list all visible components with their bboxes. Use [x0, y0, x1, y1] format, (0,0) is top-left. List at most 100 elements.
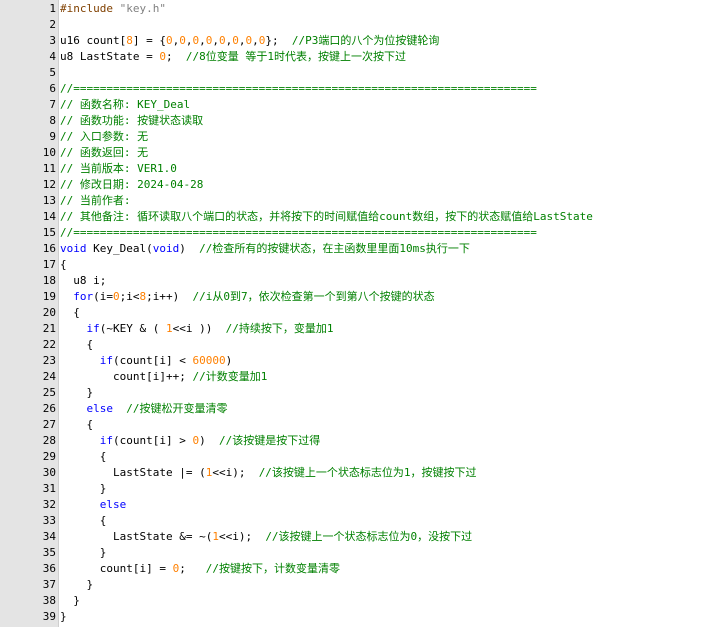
line-number: 1 — [49, 2, 56, 15]
code-line[interactable]: 13 // 当前作者: — [0, 193, 720, 209]
code-line[interactable]: 22 { — [0, 337, 720, 353]
line-number: 21 — [42, 322, 56, 335]
line-number: 27 — [42, 418, 56, 431]
line-text[interactable]: u16 count[8] = {0,0,0,0,0,0,0,0}; //P3端口… — [60, 33, 439, 49]
code-line[interactable]: 35 } — [0, 545, 720, 561]
code-line[interactable]: 28 if(count[i] > 0) //该按键是按下过得 — [0, 433, 720, 449]
code-line[interactable]: 39} — [0, 609, 720, 625]
code-line[interactable]: 16 void Key_Deal(void) //检查所有的按键状态，在主函数里里… — [0, 241, 720, 257]
code-line[interactable]: 6 //=====================================… — [0, 81, 720, 97]
line-text[interactable]: for(i=0;i<8;i++) //i从0到7，依次检查第一个到第八个按键的状… — [60, 289, 434, 305]
line-text[interactable]: //======================================… — [60, 81, 537, 97]
line-number: 39 — [42, 610, 56, 623]
line-text[interactable]: else — [60, 497, 127, 513]
line-text[interactable]: LastState &= ~(1<<i); //该按键上一个状态标志位为0，没按… — [60, 529, 472, 545]
code-line[interactable]: 14 // 其他备注: 循环读取八个端口的状态，并将按下的时间赋值给count数组… — [0, 209, 720, 225]
code-line[interactable]: 12 // 修改日期: 2024-04-28 — [0, 177, 720, 193]
code-line[interactable]: 34 LastState &= ~(1<<i); //该按键上一个状态标志位为0… — [0, 529, 720, 545]
code-line[interactable]: 2 — [0, 17, 720, 33]
line-number: 13 — [42, 194, 56, 207]
code-line[interactable]: 33 { — [0, 513, 720, 529]
line-text[interactable]: LastState |= (1<<i); //该按键上一个状态标志位为1，按键按… — [60, 465, 477, 481]
code-line[interactable]: 18 u8 i; — [0, 273, 720, 289]
line-text[interactable]: // 修改日期: 2024-04-28 — [60, 177, 203, 193]
line-text[interactable]: { — [60, 305, 80, 321]
line-number: 16 — [42, 242, 56, 255]
line-text[interactable]: // 函数功能: 按键状态读取 — [60, 113, 203, 129]
line-text[interactable]: // 当前作者: — [60, 193, 131, 209]
line-text[interactable]: // 入口参数: 无 — [60, 129, 148, 145]
code-line[interactable]: 17 { — [0, 257, 720, 273]
line-text[interactable]: if(~KEY & ( 1<<i )) //持续按下，变量加1 — [60, 321, 334, 337]
line-text[interactable]: // 其他备注: 循环读取八个端口的状态，并将按下的时间赋值给count数组，按… — [60, 209, 593, 225]
line-text[interactable]: void Key_Deal(void) //检查所有的按键状态，在主函数里里面1… — [60, 241, 470, 257]
line-text[interactable]: u8 LastState = 0; //8位变量 等于1时代表，按键上一次按下过 — [60, 49, 406, 65]
line-number: 30 — [42, 466, 56, 479]
code-line[interactable]: 26 else //按键松开变量清零 — [0, 401, 720, 417]
code-line[interactable]: 8 // 函数功能: 按键状态读取 — [0, 113, 720, 129]
line-text[interactable]: u8 i; — [60, 273, 106, 289]
code-line[interactable]: 25 } — [0, 385, 720, 401]
code-line[interactable]: 4 u8 LastState = 0; //8位变量 等于1时代表，按键上一次按下… — [0, 49, 720, 65]
code-line[interactable]: 32 else — [0, 497, 720, 513]
line-number: 10 — [42, 146, 56, 159]
code-line[interactable]: 10 // 函数返回: 无 — [0, 145, 720, 161]
code-line[interactable]: 24 count[i]++; //计数变量加1 — [0, 369, 720, 385]
code-line[interactable]: 23 if(count[i] < 60000) — [0, 353, 720, 369]
line-text[interactable]: // 当前版本: VER1.0 — [60, 161, 177, 177]
code-line[interactable]: 38 } — [0, 593, 720, 609]
line-text[interactable]: { — [60, 417, 93, 433]
line-number: 35 — [42, 546, 56, 559]
line-text[interactable]: // 函数返回: 无 — [60, 145, 148, 161]
line-number: 20 — [42, 306, 56, 319]
code-line[interactable]: 5 — [0, 65, 720, 81]
line-number: 6 — [49, 82, 56, 95]
line-text[interactable]: count[i] = 0; //按键按下，计数变量清零 — [60, 561, 340, 577]
line-text[interactable]: if(count[i] > 0) //该按键是按下过得 — [60, 433, 320, 449]
code-editor[interactable]: 1 #include "key.h" 2 3 u16 count[8] = {0,0,0… — [0, 0, 720, 627]
line-text[interactable]: if(count[i] < 60000) — [60, 353, 232, 369]
line-text[interactable]: } — [60, 385, 93, 401]
line-number: 19 — [42, 290, 56, 303]
code-line[interactable]: 11 // 当前版本: VER1.0 — [0, 161, 720, 177]
code-line[interactable]: 9 // 入口参数: 无 — [0, 129, 720, 145]
line-text[interactable]: { — [60, 449, 107, 465]
code-line[interactable]: 19 for(i=0;i<8;i++) //i从0到7，依次检查第一个到第八个按… — [0, 289, 720, 305]
code-line[interactable]: 15 //====================================… — [0, 225, 720, 241]
line-text[interactable]: //======================================… — [60, 225, 537, 241]
code-line[interactable]: 7 // 函数名称: KEY_Deal — [0, 97, 720, 113]
line-text[interactable]: } — [60, 481, 107, 497]
code-line[interactable]: 36 count[i] = 0; //按键按下，计数变量清零 — [0, 561, 720, 577]
code-line[interactable]: 1 #include "key.h" — [0, 1, 720, 17]
line-text[interactable]: } — [60, 577, 93, 593]
code-line[interactable]: 29 { — [0, 449, 720, 465]
code-line[interactable]: 31 } — [0, 481, 720, 497]
line-number: 22 — [42, 338, 56, 351]
line-text[interactable]: { — [60, 513, 107, 529]
line-text[interactable]: } — [60, 545, 107, 561]
code-area[interactable]: 1 #include "key.h" 2 3 u16 count[8] = {0,0,0… — [0, 1, 720, 625]
code-line[interactable]: 3 u16 count[8] = {0,0,0,0,0,0,0,0}; //P3端… — [0, 33, 720, 49]
code-line[interactable]: 20 { — [0, 305, 720, 321]
line-text[interactable]: // 函数名称: KEY_Deal — [60, 97, 190, 113]
line-text[interactable]: #include "key.h" — [60, 1, 166, 17]
line-text[interactable]: } — [60, 593, 80, 609]
line-number: 38 — [42, 594, 56, 607]
line-number: 24 — [42, 370, 56, 383]
line-text[interactable]: { — [60, 257, 67, 273]
code-line[interactable]: 21 if(~KEY & ( 1<<i )) //持续按下，变量加1 — [0, 321, 720, 337]
code-line[interactable]: 27 { — [0, 417, 720, 433]
line-text[interactable]: { — [60, 337, 93, 353]
line-text[interactable]: count[i]++; //计数变量加1 — [60, 369, 267, 385]
code-line[interactable]: 30 LastState |= (1<<i); //该按键上一个状态标志位为1，… — [0, 465, 720, 481]
line-text[interactable]: else //按键松开变量清零 — [60, 401, 228, 417]
line-number: 2 — [49, 18, 56, 31]
code-line[interactable]: 37 } — [0, 577, 720, 593]
line-number: 12 — [42, 178, 56, 191]
line-text[interactable]: } — [60, 609, 67, 625]
line-number: 4 — [49, 50, 56, 63]
line-number: 29 — [42, 450, 56, 463]
line-number: 8 — [49, 114, 56, 127]
line-number: 9 — [49, 130, 56, 143]
line-number: 28 — [42, 434, 56, 447]
